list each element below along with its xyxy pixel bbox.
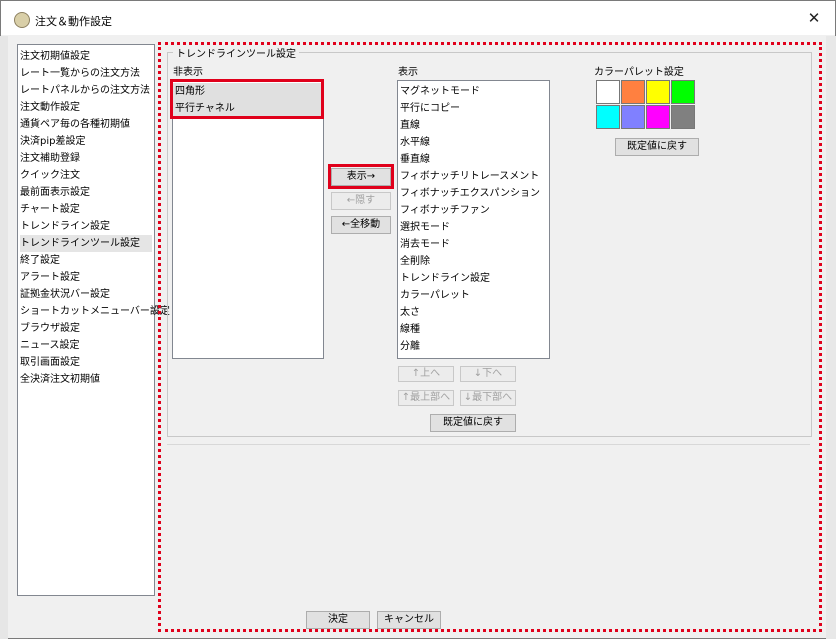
highlight-settings-panel bbox=[158, 42, 822, 632]
background-app-strip-left bbox=[0, 36, 8, 639]
app-icon bbox=[14, 12, 30, 28]
nav-item-rate-panel-order[interactable]: レートパネルからの注文方法 bbox=[20, 82, 152, 99]
nav-item-browser[interactable]: ブラウザ設定 bbox=[20, 320, 152, 337]
nav-item-close-all-defaults[interactable]: 全決済注文初期値 bbox=[20, 371, 152, 388]
nav-item-rate-list-order[interactable]: レート一覧からの注文方法 bbox=[20, 65, 152, 82]
nav-item-trendline[interactable]: トレンドライン設定 bbox=[20, 218, 152, 235]
nav-item-quick-order[interactable]: クイック注文 bbox=[20, 167, 152, 184]
nav-item-order-assist[interactable]: 注文補助登録 bbox=[20, 150, 152, 167]
close-icon[interactable]: ✕ bbox=[805, 9, 823, 27]
nav-item-trendline-tool[interactable]: トレンドラインツール設定 bbox=[20, 235, 152, 252]
nav-item-chart[interactable]: チャート設定 bbox=[20, 201, 152, 218]
nav-item-news[interactable]: ニュース設定 bbox=[20, 337, 152, 354]
nav-item-order-defaults[interactable]: 注文初期値設定 bbox=[20, 48, 152, 65]
nav-item-margin-bar[interactable]: 証拠金状況バー設定 bbox=[20, 286, 152, 303]
nav-item-trade-screen[interactable]: 取引画面設定 bbox=[20, 354, 152, 371]
nav-item-always-on-top[interactable]: 最前面表示設定 bbox=[20, 184, 152, 201]
settings-category-list[interactable]: 注文初期値設定 レート一覧からの注文方法 レートパネルからの注文方法 注文動作設… bbox=[17, 44, 170, 596]
nav-item-alert[interactable]: アラート設定 bbox=[20, 269, 152, 286]
nav-item-pair-defaults[interactable]: 通貨ペア毎の各種初期値 bbox=[20, 116, 152, 133]
nav-item-shortcut-bar[interactable]: ショートカットメニューバー設定 bbox=[20, 303, 170, 320]
title-bar bbox=[1, 1, 835, 35]
background-app-strip-right bbox=[826, 36, 836, 639]
window-title: 注文＆動作設定 bbox=[35, 15, 112, 28]
nav-item-exit[interactable]: 終了設定 bbox=[20, 252, 152, 269]
nav-item-pip-diff[interactable]: 決済pip差設定 bbox=[20, 133, 152, 150]
nav-item-order-behavior[interactable]: 注文動作設定 bbox=[20, 99, 152, 116]
